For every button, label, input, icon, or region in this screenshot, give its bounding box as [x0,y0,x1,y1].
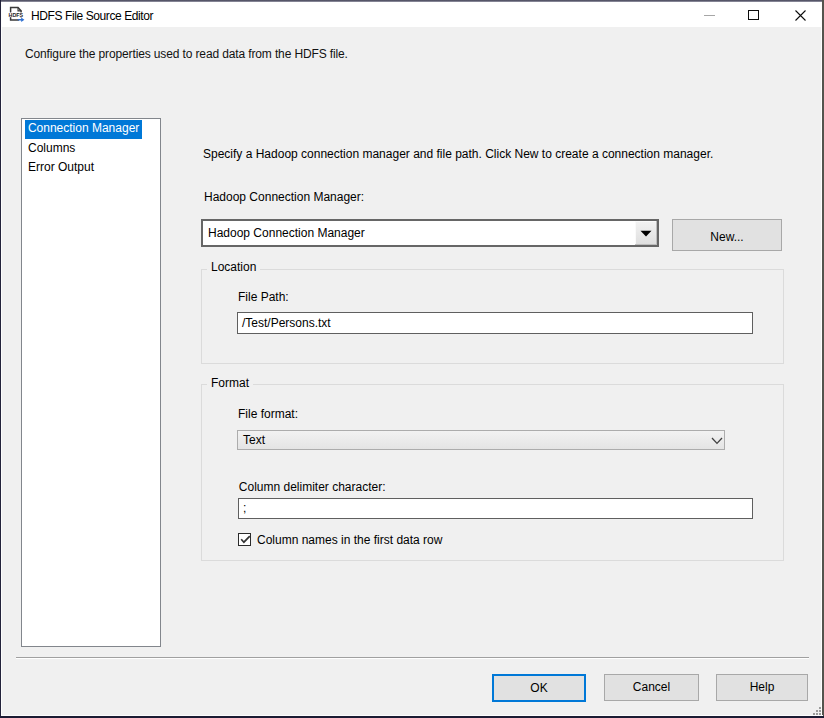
svg-text:HDFS: HDFS [9,12,24,18]
